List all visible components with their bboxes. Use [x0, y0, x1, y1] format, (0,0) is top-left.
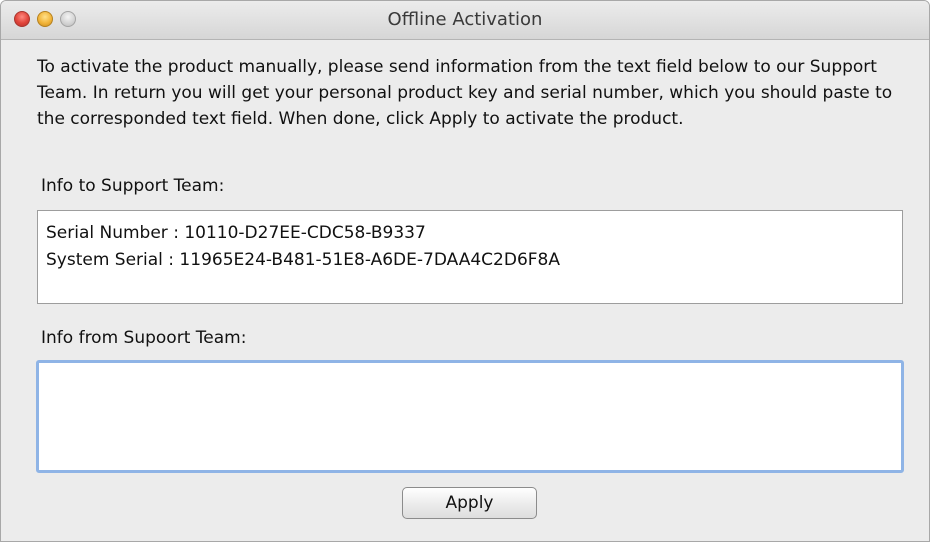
system-serial-line: System Serial : 11965E24-B481-51E8-A6DE-… — [46, 250, 560, 270]
apply-button[interactable]: Apply — [402, 487, 537, 519]
info-from-support-field[interactable] — [36, 360, 904, 473]
instructions-text: To activate the product manually, please… — [37, 57, 893, 129]
title-bar: Offline Activation — [1, 1, 929, 40]
info-to-support-field[interactable]: Serial Number : 10110-D27EE-CDC58-B9337 … — [37, 210, 903, 304]
info-from-support-label: Info from Supoort Team: — [41, 328, 247, 348]
offline-activation-window: Offline Activation To activate the produ… — [0, 0, 930, 542]
window-title: Offline Activation — [387, 9, 543, 30]
serial-number-line: Serial Number : 10110-D27EE-CDC58-B9337 — [46, 223, 426, 243]
info-to-support-label: Info to Support Team: — [41, 176, 225, 196]
